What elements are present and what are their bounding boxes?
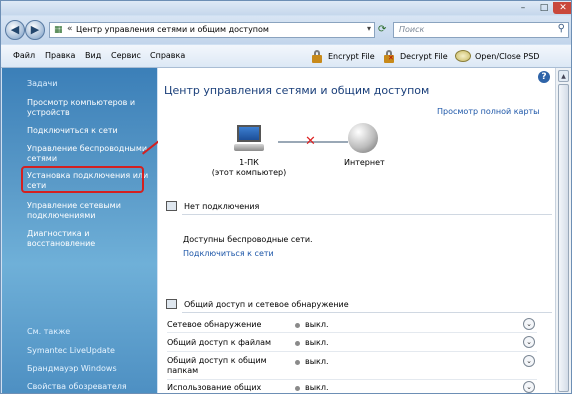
menu-file[interactable]: Файл [13, 51, 35, 60]
computer-name: 1-ПК [239, 158, 259, 167]
see-also-liveupdate[interactable]: Symantec LiveUpdate [27, 346, 152, 356]
internet-globe-icon[interactable] [348, 123, 378, 153]
chevron-down-icon[interactable]: ⌄ [523, 318, 535, 330]
menu-bar: Файл Правка Вид Сервис Справка Encrypt F… [1, 45, 571, 68]
status-dot-icon [295, 386, 300, 391]
chevron-down-icon[interactable]: ⌄ [523, 355, 535, 367]
address-path: Центр управления сетями и общим доступом [76, 25, 269, 34]
lock-icon [310, 49, 324, 63]
minimize-button[interactable]: – [513, 2, 533, 14]
forward-button[interactable]: ▶ [25, 20, 45, 40]
vertical-scrollbar[interactable]: ▲ [555, 68, 571, 393]
maximize-button[interactable]: □ [534, 2, 554, 14]
open-close-psd-button[interactable]: Open/Close PSD [455, 47, 539, 65]
explorer-window: – □ ✕ ◀ ▶ ▦ « Центр управления сетями и … [0, 0, 572, 394]
network-center-icon: ▦ [54, 25, 63, 35]
see-also-heading: См. также [27, 327, 71, 336]
computer-label: 1-ПК (этот компьютер) [205, 158, 293, 178]
setting-value: выкл. [305, 383, 329, 392]
close-button[interactable]: ✕ [553, 2, 571, 14]
setting-label: Использование общих [167, 383, 262, 392]
menu-help[interactable]: Справка [150, 51, 185, 60]
highlight-box [21, 166, 144, 193]
task-connect-network[interactable]: Подключиться к сети [27, 126, 152, 136]
task-diagnose-repair[interactable]: Диагностика и восстановление [27, 229, 152, 249]
wireless-available-text: Доступны беспроводные сети. [183, 235, 313, 244]
decrypt-file-label: Decrypt File [400, 51, 448, 61]
disk-icon [455, 50, 471, 62]
menu-tools[interactable]: Сервис [111, 51, 141, 60]
chevron-down-icon[interactable]: ⌄ [523, 381, 535, 393]
tasks-heading: Задачи [27, 79, 58, 88]
decrypt-file-button[interactable]: ✕ Decrypt File [382, 47, 448, 65]
task-manage-connections[interactable]: Управление сетевыми подключениями [27, 201, 152, 221]
search-placeholder: Поиск [399, 25, 425, 34]
task-manage-wireless[interactable]: Управление беспроводными сетями [27, 144, 152, 164]
title-bar: – □ ✕ [1, 1, 571, 15]
view-full-map-link[interactable]: Просмотр полной карты [437, 107, 540, 116]
see-also-internet-options[interactable]: Свойства обозревателя [27, 382, 152, 392]
computer-icon[interactable] [234, 125, 264, 155]
menu-edit[interactable]: Правка [45, 51, 75, 60]
address-toolbar: ◀ ▶ ▦ « Центр управления сетями и общим … [1, 16, 571, 44]
setting-label: Сетевое обнаружение [167, 320, 262, 329]
unlock-icon: ✕ [382, 49, 396, 63]
scroll-up-button[interactable]: ▲ [558, 70, 569, 82]
internet-label: Интернет [344, 158, 385, 167]
menu-view[interactable]: Вид [85, 51, 101, 60]
status-dot-icon [295, 323, 300, 328]
status-dot-icon [295, 360, 300, 365]
page-title: Центр управления сетями и общим доступом [164, 84, 430, 97]
see-also-firewall[interactable]: Брандмауэр Windows [27, 364, 152, 374]
scroll-thumb[interactable] [558, 84, 569, 392]
setting-value: выкл. [305, 320, 329, 329]
search-input[interactable]: Поиск ⚲ [393, 22, 569, 38]
setting-label: Общий доступ к файлам [167, 338, 272, 347]
breadcrumb-separator: « [67, 24, 73, 34]
address-bar[interactable]: ▦ « Центр управления сетями и общим дост… [49, 22, 375, 38]
network-status-icon [166, 201, 177, 211]
main-content: ? Центр управления сетями и общим доступ… [158, 68, 555, 393]
setting-value: выкл. [305, 338, 329, 347]
sharing-section-header: Общий доступ и сетевое обнаружение [164, 298, 554, 313]
refresh-icon[interactable]: ⟳ [378, 22, 390, 38]
disconnected-icon: ✕ [305, 134, 316, 149]
task-view-computers[interactable]: Просмотр компьютеров и устройств [27, 98, 152, 118]
connect-to-network-link[interactable]: Подключиться к сети [183, 249, 274, 258]
computer-sub: (этот компьютер) [211, 168, 287, 177]
status-header-text: Нет подключения [184, 202, 260, 211]
status-dot-icon [295, 341, 300, 346]
setting-value: выкл. [305, 357, 329, 366]
sharing-header-text: Общий доступ и сетевое обнаружение [184, 300, 349, 309]
chevron-down-icon[interactable]: ⌄ [523, 336, 535, 348]
search-icon[interactable]: ⚲ [558, 23, 565, 34]
encrypt-file-label: Encrypt File [328, 51, 375, 61]
back-button[interactable]: ◀ [5, 20, 25, 40]
chevron-down-icon[interactable]: ▾ [367, 24, 371, 33]
encrypt-file-button[interactable]: Encrypt File [310, 47, 375, 65]
status-section-header: Нет подключения [164, 200, 554, 215]
open-close-psd-label: Open/Close PSD [475, 51, 540, 61]
sharing-icon [166, 299, 177, 309]
setting-label: Общий доступ к общим папкам [167, 356, 267, 375]
task-pane: Задачи Просмотр компьютеров и устройств … [2, 68, 157, 393]
help-icon[interactable]: ? [538, 71, 550, 83]
